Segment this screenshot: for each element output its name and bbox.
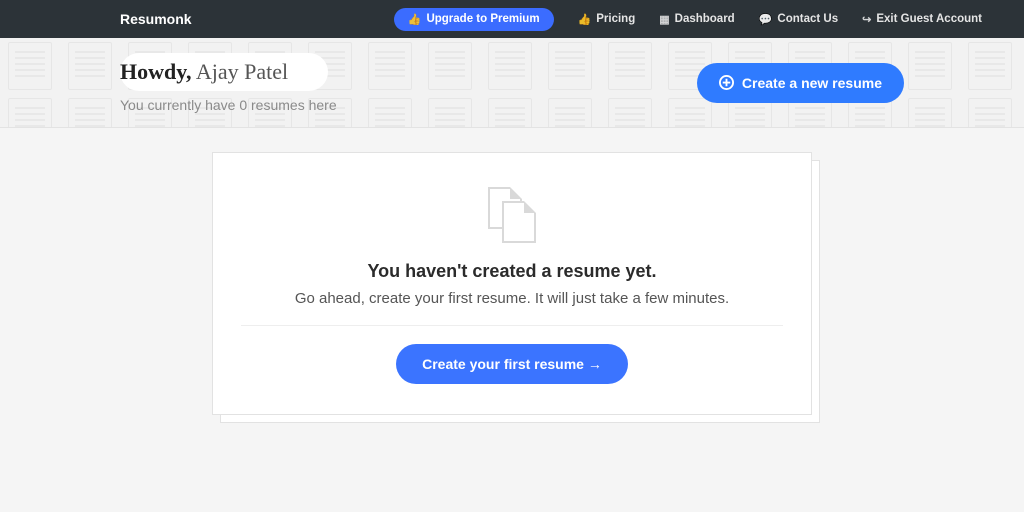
plus-circle-icon (719, 75, 734, 90)
main-content: You haven't created a resume yet. Go ahe… (0, 128, 1024, 415)
brand-logo[interactable]: Resumonk (120, 11, 192, 27)
dashboard-header: Howdy, Ajay Patel You currently have 0 r… (0, 38, 1024, 128)
upgrade-premium-label: Upgrade to Premium (426, 13, 539, 25)
thumbs-up-icon: 👍 (408, 13, 422, 26)
greeting-chip: Howdy, Ajay Patel (120, 53, 328, 91)
empty-state-card: You haven't created a resume yet. Go ahe… (212, 152, 812, 415)
nav-exit-guest[interactable]: ↪ Exit Guest Account (850, 7, 994, 32)
top-navbar: Resumonk 👍 Upgrade to Premium 👍 Pricing … (0, 0, 1024, 38)
create-first-resume-button[interactable]: Create your first resume → (396, 344, 628, 384)
nav-dashboard[interactable]: ▦ Dashboard (647, 7, 746, 32)
greeting-block: Howdy, Ajay Patel You currently have 0 r… (120, 53, 337, 113)
nav-contact[interactable]: 💬 Contact Us (747, 7, 850, 32)
nav-exit-label: Exit Guest Account (876, 13, 982, 25)
upgrade-premium-button[interactable]: 👍 Upgrade to Premium (394, 8, 554, 31)
greeting-username: Ajay Patel (196, 59, 288, 84)
thumbs-up-icon: 👍 (578, 13, 592, 26)
comment-icon: 💬 (759, 13, 773, 26)
empty-state-subtitle: Go ahead, create your first resume. It w… (241, 290, 783, 307)
create-resume-button[interactable]: Create a new resume (697, 63, 904, 103)
greeting-prefix: Howdy, (120, 59, 192, 84)
nav-dashboard-label: Dashboard (675, 13, 735, 25)
documents-icon (482, 187, 542, 243)
exit-icon: ↪ (862, 13, 871, 26)
nav-pricing-label: Pricing (596, 13, 635, 25)
resume-count-text: You currently have 0 resumes here (120, 97, 337, 113)
nav-pricing[interactable]: 👍 Pricing (566, 7, 648, 32)
nav-contact-label: Contact Us (777, 13, 838, 25)
calendar-icon: ▦ (659, 13, 669, 26)
create-resume-label: Create a new resume (742, 75, 882, 91)
empty-state-title: You haven't created a resume yet. (241, 261, 783, 282)
divider (241, 325, 783, 326)
